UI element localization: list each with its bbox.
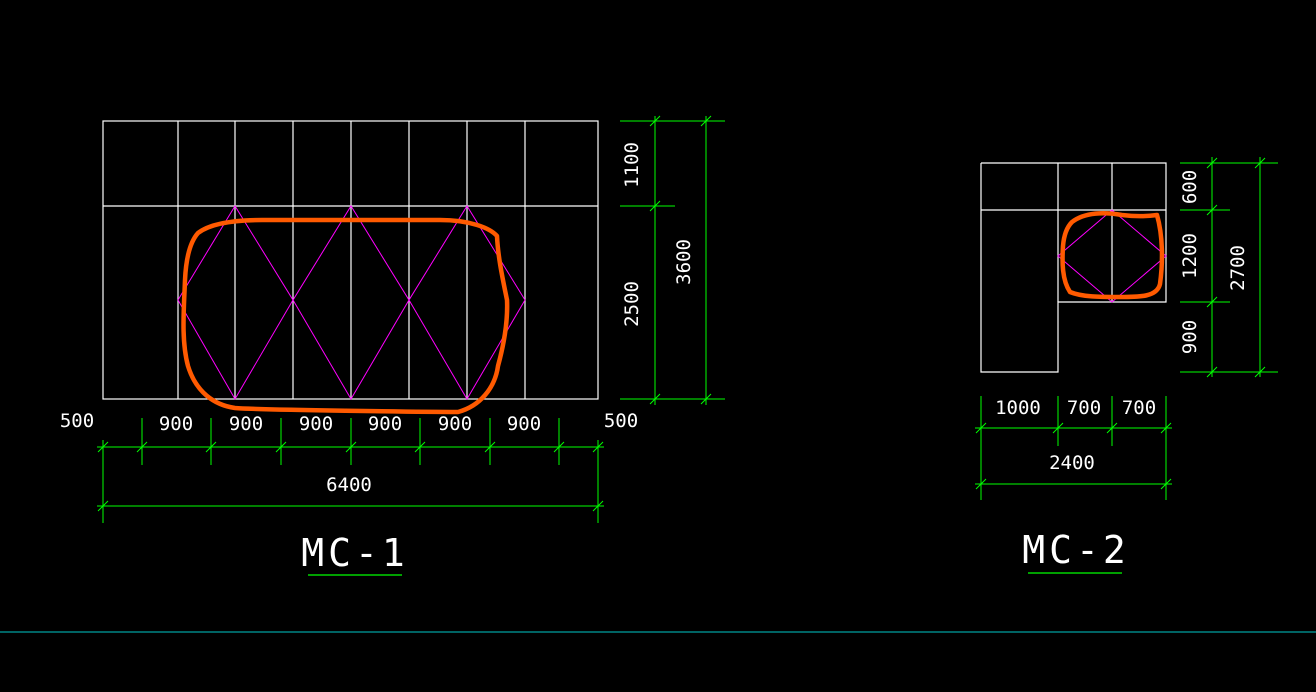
mc1-mullions [177,121,526,399]
mc1-dim-segment: 900 [159,413,193,435]
mc2-dim-total-height: 2700 [1227,245,1249,291]
mc2-dim-total-width: 2400 [1049,452,1095,474]
mc1-elevation: 1100 2500 3600 500 900 900 900 900 900 9… [60,115,725,576]
mc1-title: MC-1 [301,531,409,575]
mc1-dim-bottom-height: 2500 [621,281,643,327]
mc2-dim-mid-height: 1200 [1179,233,1201,279]
mc2-dim-segment: 1000 [995,397,1041,419]
mc1-dim-segment: 900 [368,413,402,435]
mc1-dim-left-edge: 500 [60,410,94,432]
mc2-dim-top-height: 600 [1179,170,1201,204]
mc2-dim-segment: 700 [1067,397,1101,419]
cad-drawing-canvas: 1100 2500 3600 500 900 900 900 900 900 9… [0,115,1316,633]
mc1-markup-circle [181,217,510,415]
mc1-dim-total-height: 3600 [673,239,695,285]
mc2-elevation: 600 1200 900 2700 1000 700 700 2400 MC-2 [975,157,1278,574]
mc1-dim-segment: 900 [507,413,541,435]
mc1-dim-total-width: 6400 [326,474,372,496]
mc1-dim-segment: 900 [438,413,472,435]
mc1-dim-top-height: 1100 [621,142,643,188]
mc2-dim-segment: 700 [1122,397,1156,419]
mc2-frame [980,162,1167,373]
mc1-dim-right-edge: 500 [604,410,638,432]
mc2-dim-bottom-height: 900 [1179,320,1201,354]
mc1-dim-segment: 900 [229,413,263,435]
mc1-dim-segment: 900 [299,413,333,435]
mc2-title: MC-2 [1022,528,1130,572]
